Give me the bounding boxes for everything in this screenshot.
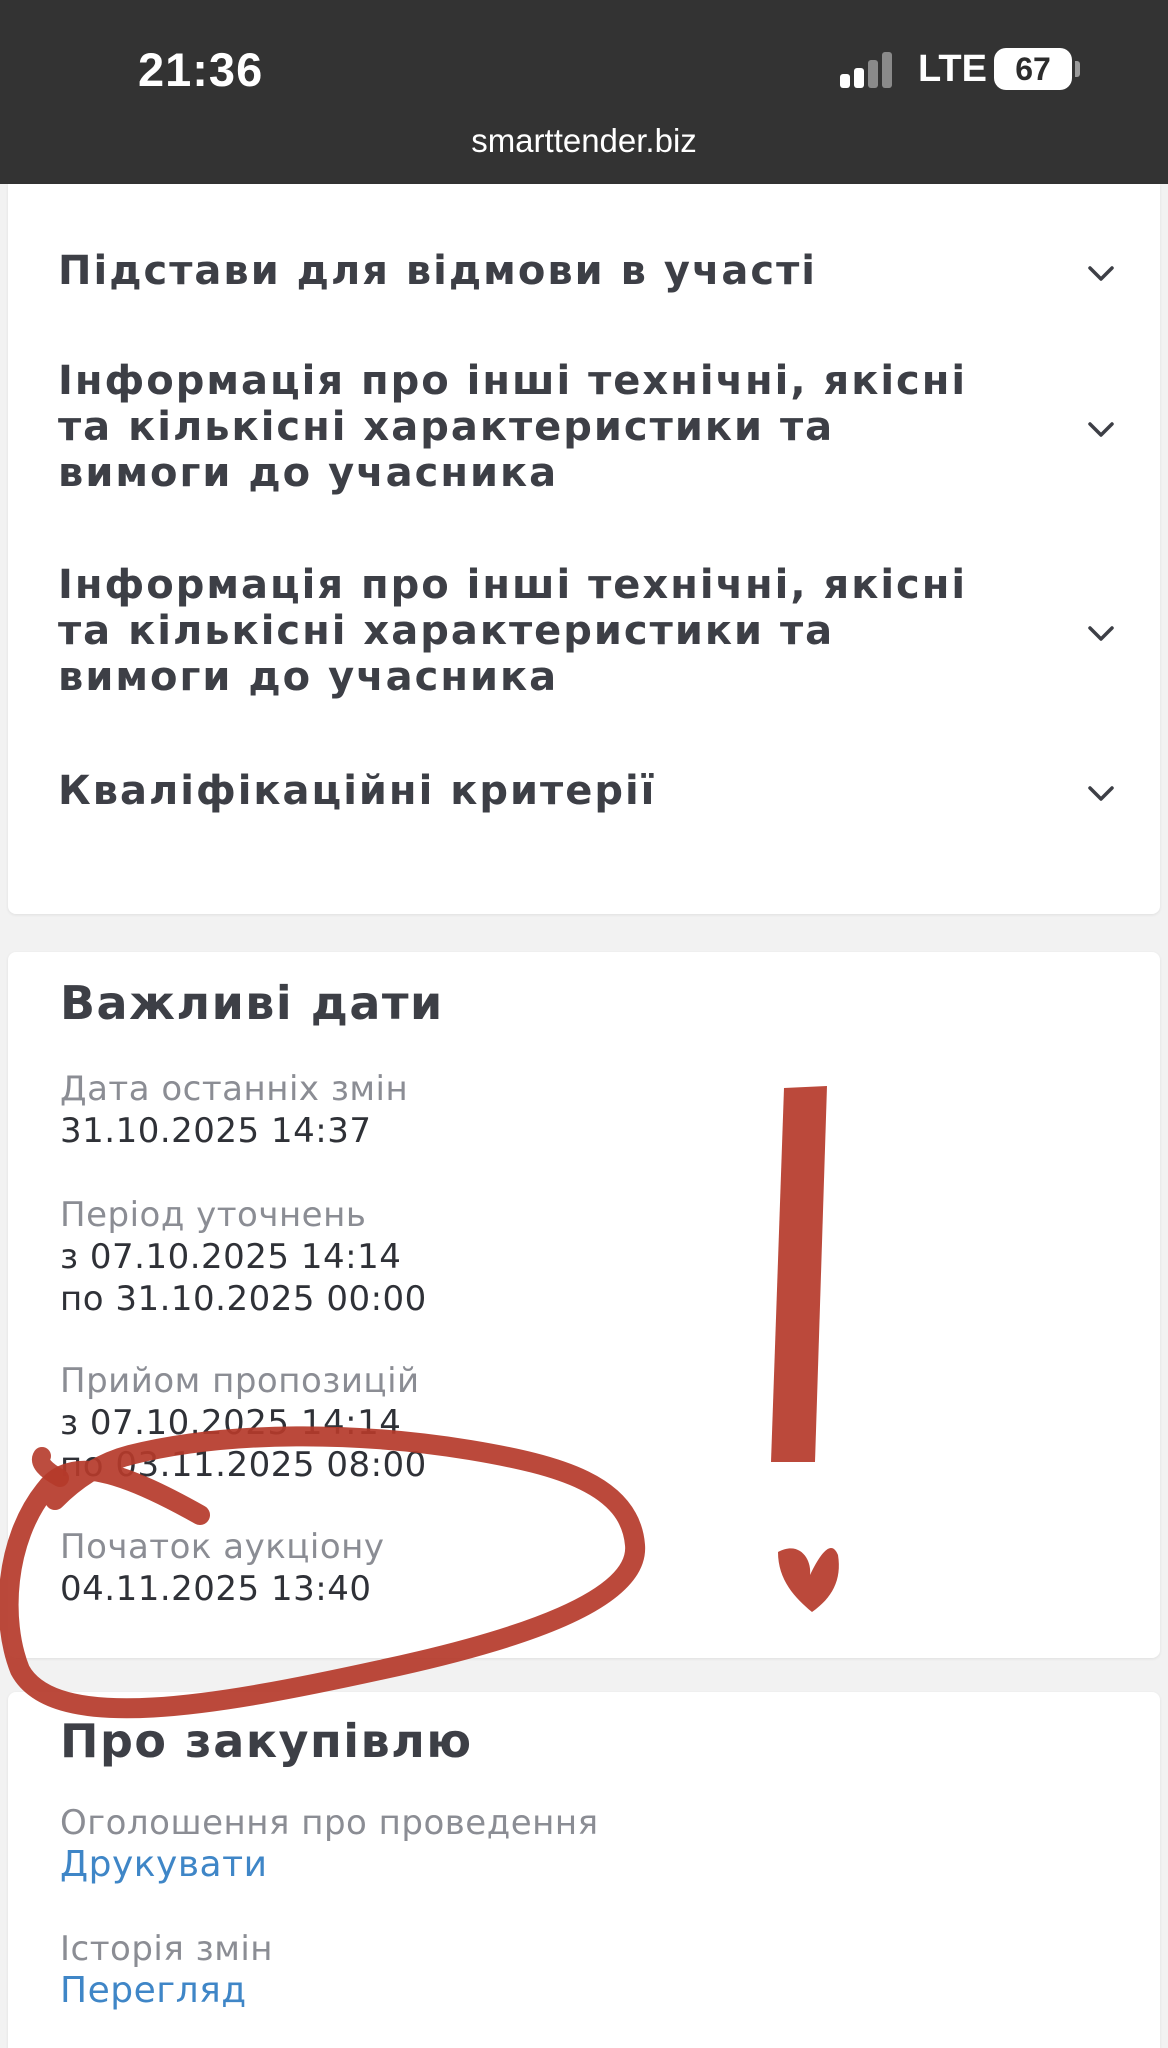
view-history-link[interactable]: Перегляд bbox=[60, 1970, 273, 2012]
proposals-period-field: Прийом пропозицій з 07.10.2025 14:14 по … bbox=[60, 1360, 427, 1486]
announcement-field: Оголошення про проведення Друкувати bbox=[60, 1802, 599, 1886]
clock: 21:36 bbox=[138, 43, 264, 96]
about-procurement-card: Про закупівлю Оголошення про проведення … bbox=[8, 1692, 1160, 2048]
accordion-label: Інформація про інші технічні, якісні та … bbox=[58, 562, 968, 700]
important-dates-card: Важливі дати Дата останніх змін 31.10.20… bbox=[8, 952, 1160, 1658]
chevron-down-icon bbox=[1088, 626, 1114, 641]
network-type: LTE bbox=[918, 48, 987, 90]
accordion-item-technical-requirements-2[interactable]: Інформація про інші технічні, якісні та … bbox=[58, 562, 1118, 700]
field-value-to: по 31.10.2025 00:00 bbox=[60, 1279, 427, 1319]
field-label: Історія змін bbox=[60, 1929, 274, 1969]
field-label: Оголошення про проведення bbox=[60, 1803, 599, 1843]
address-bar[interactable]: smarttender.biz bbox=[0, 122, 1168, 160]
chevron-down-icon bbox=[1088, 266, 1114, 281]
status-bar: 21:36 LTE 67 smarttender.biz bbox=[0, 0, 1168, 184]
field-label: Період уточнень bbox=[60, 1195, 367, 1235]
field-value: 04.11.2025 13:40 bbox=[60, 1569, 372, 1609]
accordion-label: Підстави для відмови в участі bbox=[58, 248, 817, 294]
chevron-down-icon bbox=[1088, 422, 1114, 437]
signal-icon bbox=[840, 50, 900, 88]
last-change-field: Дата останніх змін 31.10.2025 14:37 bbox=[60, 1068, 408, 1152]
battery-cap bbox=[1075, 61, 1080, 77]
field-label: Початок аукціону bbox=[60, 1527, 385, 1567]
field-label: Прийом пропозицій bbox=[60, 1361, 420, 1401]
field-value-to: по 03.11.2025 08:00 bbox=[60, 1445, 427, 1485]
accordion-item-qualification-criteria[interactable]: Кваліфікаційні критерії bbox=[58, 768, 1118, 814]
field-label: Дата останніх змін bbox=[60, 1069, 409, 1109]
section-title: Важливі дати bbox=[60, 976, 444, 1030]
accordion-item-refusal-grounds[interactable]: Підстави для відмови в участі bbox=[58, 248, 1118, 294]
field-value-from: з 07.10.2025 14:14 bbox=[60, 1237, 402, 1277]
field-value: 31.10.2025 14:37 bbox=[60, 1111, 372, 1151]
accordion-label: Кваліфікаційні критерії bbox=[58, 768, 657, 814]
clarification-period-field: Період уточнень з 07.10.2025 14:14 по 31… bbox=[60, 1194, 427, 1320]
accordion-label: Інформація про інші технічні, якісні та … bbox=[58, 358, 968, 496]
field-value-from: з 07.10.2025 14:14 bbox=[60, 1403, 402, 1443]
print-link[interactable]: Друкувати bbox=[60, 1844, 599, 1886]
criteria-card: Підстави для відмови в участі Інформація… bbox=[8, 184, 1160, 914]
auction-start-field: Початок аукціону 04.11.2025 13:40 bbox=[60, 1526, 384, 1610]
section-title: Про закупівлю bbox=[60, 1714, 473, 1768]
history-field: Історія змін Перегляд bbox=[60, 1928, 273, 2012]
battery-icon: 67 bbox=[994, 48, 1072, 90]
chevron-down-icon bbox=[1088, 786, 1114, 801]
accordion-item-technical-requirements[interactable]: Інформація про інші технічні, якісні та … bbox=[58, 358, 1118, 496]
